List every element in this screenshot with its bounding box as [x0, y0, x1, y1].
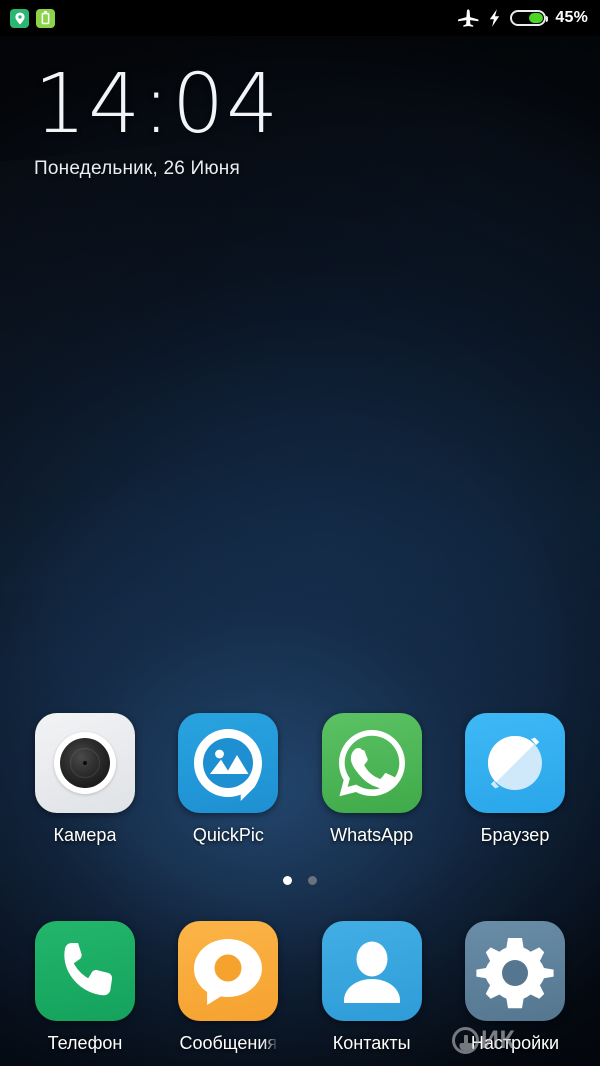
battery-saver-icon: [36, 8, 55, 28]
location-pin-glyph: [14, 12, 25, 24]
app-label-camera: Камера: [53, 825, 117, 845]
quickpic-glyph: [194, 729, 263, 801]
app-messages[interactable]: Сообщения: [178, 921, 279, 1054]
app-row: Камера QuickPic WhatsApp Браузер: [0, 713, 600, 846]
contacts-icon[interactable]: [321, 921, 422, 1021]
app-label-settings: Настройки: [470, 1033, 560, 1053]
app-browser[interactable]: Браузер: [464, 713, 565, 846]
camera-center-dot: [83, 761, 87, 765]
battery-fill: [528, 13, 544, 23]
status-bar[interactable]: 45%: [0, 0, 600, 36]
browser-icon[interactable]: [464, 713, 565, 813]
charging-bolt-icon: [490, 9, 500, 27]
location-pin-icon: [10, 8, 29, 28]
messages-icon[interactable]: [178, 921, 279, 1021]
camera-icon[interactable]: [35, 713, 135, 813]
settings-gear-icon[interactable]: [464, 921, 565, 1021]
app-quickpic[interactable]: QuickPic: [178, 713, 279, 846]
person-silhouette-glyph: [343, 941, 400, 1003]
home-screen: 45% 14:04 Понедельник, 26 Июня Камера Qu…: [0, 0, 600, 1066]
browser-compass-glyph: [487, 736, 542, 790]
status-bar-right-icons: 45%: [457, 8, 588, 28]
app-settings[interactable]: Настройки: [464, 921, 565, 1054]
airplane-icon: [458, 9, 479, 27]
app-camera[interactable]: Камера: [35, 713, 135, 846]
phone-icon[interactable]: [35, 921, 135, 1021]
phone-handset-glyph: [64, 943, 113, 996]
app-label-messages: Сообщения: [179, 1033, 278, 1053]
gear-glyph: [476, 938, 554, 1009]
page-indicator[interactable]: [0, 876, 600, 885]
battery-percent-label: 45%: [555, 9, 588, 26]
gallery-icon[interactable]: [178, 713, 279, 813]
app-label-quickpic: QuickPic: [192, 825, 264, 845]
battery-vertical-glyph: [41, 11, 50, 25]
app-whatsapp[interactable]: WhatsApp: [321, 713, 422, 846]
whatsapp-glyph: [338, 730, 405, 797]
page-dot-2[interactable]: [308, 876, 317, 885]
page-dot-1[interactable]: [283, 876, 292, 885]
clock-time: 14:04: [34, 57, 281, 152]
app-contacts[interactable]: Контакты: [321, 921, 422, 1054]
app-label-whatsapp: WhatsApp: [330, 825, 414, 845]
app-phone[interactable]: Телефон: [35, 921, 135, 1054]
whatsapp-icon[interactable]: [321, 713, 422, 813]
clock-date: Понедельник, 26 Июня: [34, 158, 240, 179]
clock-widget[interactable]: 14:04 Понедельник, 26 Июня: [34, 62, 280, 180]
app-label-contacts: Контакты: [332, 1033, 411, 1053]
status-bar-left-icons: [10, 8, 55, 28]
app-label-phone: Телефон: [47, 1033, 123, 1053]
dock-row: Телефон Сообщения Контакты Настройки: [0, 921, 600, 1054]
message-bubble-glyph: [194, 939, 263, 1005]
app-label-browser: Браузер: [480, 825, 550, 845]
battery-icon: [510, 10, 549, 26]
